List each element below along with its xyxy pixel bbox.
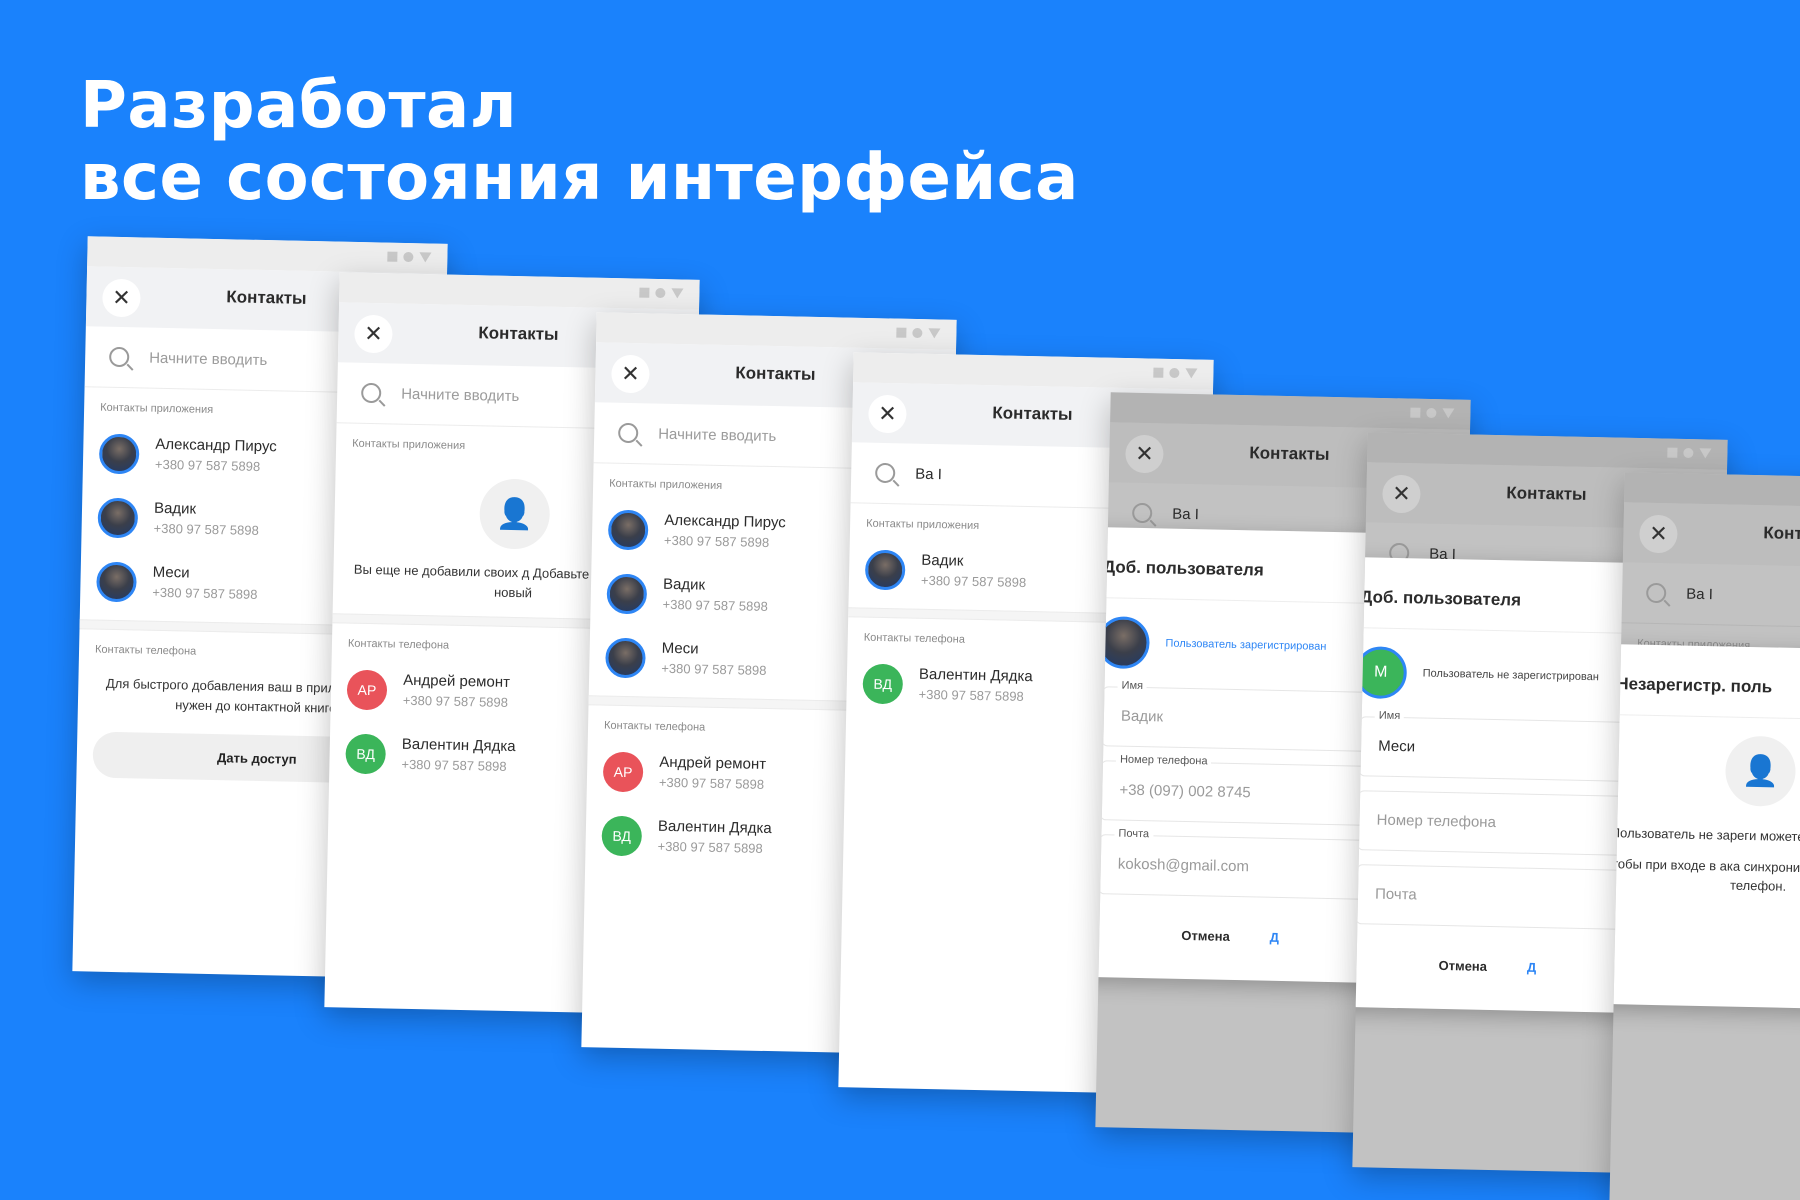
window-triangle-icon[interactable] (1699, 448, 1712, 459)
contact-phone: +380 97 587 5898 (920, 572, 1027, 590)
phone-field[interactable]: Номер телефона (1356, 790, 1659, 857)
contact-name: Андрей ремонт (403, 671, 511, 691)
window-triangle-icon[interactable] (1442, 408, 1455, 419)
contact-name: Вадик (153, 499, 197, 518)
phone-field[interactable]: Номер телефона +38 (097) 002 8745 (1099, 753, 1401, 827)
user-info-icon: 👤 (1724, 735, 1797, 807)
window-triangle-icon[interactable] (419, 252, 432, 263)
name-field[interactable]: Имя Меси (1358, 709, 1660, 783)
add-user-icon: 👤 (478, 478, 551, 550)
search-input[interactable]: Начните вводить (149, 349, 267, 368)
window-circle-icon[interactable] (403, 251, 414, 263)
search-icon (618, 422, 639, 444)
name-field[interactable]: Имя Вадик (1101, 679, 1403, 753)
contact-name: Меси (152, 563, 190, 582)
email-field[interactable]: Почта (1355, 864, 1657, 931)
contact-name: Александр Пирус (664, 511, 786, 532)
add-button[interactable]: Д (1270, 930, 1280, 945)
field-label: Почта (1114, 827, 1154, 841)
window-square-icon[interactable] (896, 327, 907, 338)
search-icon (1646, 582, 1667, 604)
field-label: Имя (1374, 709, 1405, 723)
search-input[interactable]: Начните вводить (401, 385, 519, 404)
contact-phone: +380 97 587 5898 (402, 692, 509, 710)
user-status: Пользователь не зарегистрирован (1422, 667, 1599, 684)
screen-unregistered-info: ✕ Контакты Ва I Контакты приложения Неза… (1609, 472, 1800, 1200)
window-square-icon[interactable] (1410, 407, 1421, 418)
search-input[interactable]: Ва I (915, 465, 942, 483)
add-button[interactable]: Д (1527, 960, 1537, 975)
window-circle-icon[interactable] (1683, 447, 1694, 459)
avatar (605, 637, 646, 679)
window-circle-icon[interactable] (1169, 367, 1180, 379)
search-bar[interactable]: Ва I (1621, 562, 1800, 631)
contact-phone: +380 97 587 5898 (658, 774, 765, 792)
avatar: ВД (345, 733, 387, 775)
field-label: Имя (1117, 679, 1148, 693)
info-modal: Незарегистр. поль 👤 Пользователь не заре… (1609, 643, 1800, 1011)
app-header: ✕ Контакты (1622, 502, 1800, 570)
contact-phone: +380 97 587 5898 (657, 838, 763, 856)
contact-name: Валентин Дядка (657, 817, 772, 838)
avatar: М (1354, 646, 1408, 700)
field-label: Номер телефона (1115, 753, 1212, 768)
modal-title: Незарегистр. поль (1609, 643, 1800, 722)
field-placeholder[interactable]: Номер телефона (1376, 812, 1496, 831)
cancel-button[interactable]: Отмена (1181, 928, 1230, 944)
avatar: ВД (862, 663, 904, 705)
contact-phone: +380 97 587 5898 (401, 756, 507, 774)
info-text-2: Чтобы при входе в ака синхронизировались… (1609, 855, 1800, 894)
contact-name: Меси (661, 639, 699, 658)
search-icon (361, 382, 382, 404)
field-value[interactable]: Вадик (1121, 708, 1163, 726)
contact-phone: +380 97 587 5898 (663, 532, 770, 550)
contact-name: Валентин Дядка (918, 665, 1033, 686)
contact-phone: +380 97 587 5898 (662, 596, 768, 614)
avatar: ВД (601, 815, 643, 857)
avatar (98, 433, 140, 475)
contact-name: Вадик (662, 575, 706, 594)
contact-name: Андрей ремонт (659, 753, 767, 773)
search-icon (1132, 502, 1153, 524)
window-square-icon[interactable] (387, 251, 398, 262)
avatar (607, 509, 649, 551)
user-status: Пользователь зарегистрирован (1165, 637, 1327, 653)
window-triangle-icon[interactable] (928, 328, 941, 339)
field-value[interactable]: kokosh@gmail.com (1118, 856, 1249, 876)
field-value[interactable]: +38 (097) 002 8745 (1119, 782, 1251, 802)
search-icon (875, 462, 896, 484)
window-circle-icon[interactable] (912, 327, 923, 339)
window-square-icon[interactable] (639, 287, 650, 298)
field-value[interactable]: Меси (1378, 738, 1415, 756)
field-placeholder[interactable]: Почта (1375, 886, 1417, 904)
search-icon (109, 346, 130, 368)
window-triangle-icon[interactable] (1185, 368, 1198, 379)
window-square-icon[interactable] (1153, 367, 1164, 378)
search-input[interactable]: Начните вводить (658, 425, 776, 444)
avatar (96, 561, 137, 603)
email-field[interactable]: Почта kokosh@gmail.com (1098, 827, 1400, 901)
window-triangle-icon[interactable] (671, 288, 684, 299)
window-circle-icon[interactable] (655, 287, 666, 299)
window-square-icon[interactable] (1667, 447, 1678, 458)
contact-name: Вадик (921, 551, 964, 570)
search-input[interactable]: Ва I (1686, 585, 1713, 603)
search-input[interactable]: Ва I (1172, 505, 1199, 523)
contact-name: Валентин Дядка (401, 735, 516, 756)
window-circle-icon[interactable] (1426, 407, 1437, 419)
avatar (97, 497, 139, 539)
contact-phone: +380 97 587 5898 (153, 520, 259, 538)
avatar (606, 573, 648, 615)
contact-name: Александр Пирус (155, 435, 277, 456)
avatar: АР (602, 751, 644, 793)
screens-stage: ✕ Контакты Начните вводить Контакты прил… (0, 0, 1800, 1200)
contact-phone: +380 97 587 5898 (918, 686, 1024, 704)
contact-phone: +380 97 587 5898 (154, 456, 261, 474)
avatar: АР (346, 669, 388, 711)
avatar (864, 549, 906, 591)
contact-phone: +380 97 587 5898 (152, 584, 258, 602)
contact-phone: +380 97 587 5898 (661, 660, 767, 678)
avatar (1096, 616, 1151, 670)
cancel-button[interactable]: Отмена (1438, 958, 1487, 974)
